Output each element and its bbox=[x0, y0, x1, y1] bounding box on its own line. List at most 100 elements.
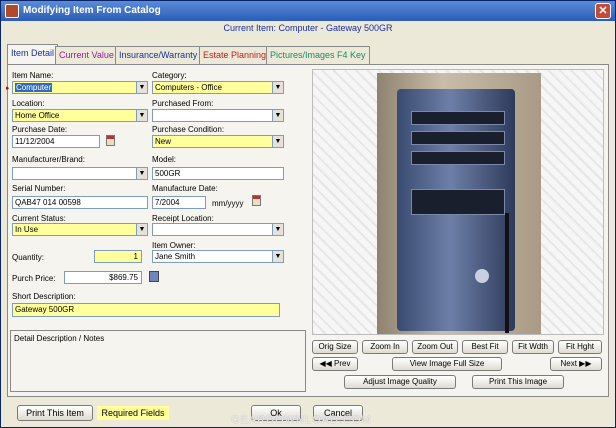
tab-label: Item Detail bbox=[11, 48, 55, 58]
tab-insurance-warranty[interactable]: Insurance/Warranty bbox=[115, 46, 202, 64]
purchase-date-value: 11/12/2004 bbox=[15, 137, 55, 146]
current-status-combo[interactable]: In Use ▼ bbox=[12, 223, 148, 236]
quantity-input[interactable]: 1 bbox=[94, 250, 142, 263]
print-item-button[interactable]: Print This Item bbox=[17, 405, 93, 421]
chevron-down-icon[interactable]: ▼ bbox=[136, 110, 147, 121]
photo-computer-tower bbox=[397, 89, 515, 331]
photo-card-reader bbox=[411, 189, 505, 215]
tab-label: Estate Planning bbox=[203, 50, 267, 60]
image-viewer[interactable] bbox=[312, 69, 604, 335]
best-fit-button[interactable]: Best Fit bbox=[462, 340, 508, 354]
app-icon bbox=[5, 4, 19, 18]
zoom-out-button[interactable]: Zoom Out bbox=[412, 340, 458, 354]
manufacture-date-format-hint: mm/yyyy bbox=[212, 199, 244, 208]
close-icon[interactable]: ✕ bbox=[595, 3, 611, 19]
short-description-label: Short Description: bbox=[12, 292, 76, 301]
current-status-label: Current Status: bbox=[12, 214, 66, 223]
chevron-down-icon[interactable]: ▼ bbox=[272, 251, 283, 262]
item-photo bbox=[377, 73, 541, 334]
tab-estate-planning[interactable]: Estate Planning bbox=[199, 46, 271, 64]
title-bar[interactable]: Modifying Item From Catalog ✕ bbox=[1, 1, 615, 21]
manufacturer-label: Manufacturer/Brand: bbox=[12, 155, 85, 164]
photo-cable bbox=[505, 213, 509, 333]
calendar-icon[interactable] bbox=[252, 195, 261, 206]
window-title: Modifying Item From Catalog bbox=[23, 5, 161, 16]
serial-number-value: QAB47 014 00598 bbox=[15, 198, 81, 207]
calendar-icon[interactable] bbox=[106, 135, 115, 146]
purchase-price-label: Purch Price: bbox=[12, 274, 56, 283]
purchased-from-label: Purchased From: bbox=[152, 99, 214, 108]
purchase-condition-label: Purchase Condition: bbox=[152, 125, 225, 134]
orig-size-button[interactable]: Orig Size bbox=[312, 340, 358, 354]
chevron-down-icon[interactable]: ▼ bbox=[136, 168, 147, 179]
serial-number-label: Serial Number: bbox=[12, 184, 66, 193]
prev-image-button[interactable]: ◀◀ Prev bbox=[312, 357, 358, 371]
photo-brand-logo bbox=[475, 269, 489, 283]
view-full-size-button[interactable]: View Image Full Size bbox=[392, 357, 502, 371]
manufacturer-combo[interactable]: ▼ bbox=[12, 167, 148, 180]
chevron-down-icon[interactable]: ▼ bbox=[272, 136, 283, 147]
purchase-price-input[interactable]: $869.75 bbox=[64, 271, 142, 284]
quantity-value: 1 bbox=[133, 252, 138, 261]
chevron-down-icon[interactable]: ▼ bbox=[272, 110, 283, 121]
purchase-date-input[interactable]: 11/12/2004 bbox=[12, 135, 100, 148]
photo-drive-bay bbox=[411, 111, 505, 125]
tab-current-value[interactable]: Current Value bbox=[55, 46, 118, 64]
tab-pictures-images[interactable]: Pictures/Images F4 Key bbox=[266, 46, 370, 64]
next-image-button[interactable]: Next ▶▶ bbox=[550, 357, 602, 371]
item-name-value: Computer bbox=[15, 83, 53, 92]
item-detail-panel: Item Name: ▸ Computer ▼ Category: Comput… bbox=[6, 64, 609, 397]
item-name-combo[interactable]: Computer ▼ bbox=[12, 81, 148, 94]
chevron-down-icon[interactable]: ▼ bbox=[272, 82, 283, 93]
tab-label: Current Value bbox=[59, 50, 114, 60]
manufacture-date-value: 7/2004 bbox=[155, 198, 180, 207]
short-description-value: Gateway 500GR bbox=[15, 305, 75, 314]
purchase-condition-value: New bbox=[155, 137, 172, 146]
fit-width-button[interactable]: Fit Wdth bbox=[512, 340, 554, 354]
short-description-input[interactable]: Gateway 500GR bbox=[12, 303, 280, 317]
item-owner-combo[interactable]: Jane Smith ▼ bbox=[152, 250, 284, 263]
photo-drive-bay bbox=[411, 151, 505, 165]
chevron-down-icon[interactable]: ▼ bbox=[136, 224, 147, 235]
photo-drive-bay bbox=[411, 131, 505, 145]
purchase-price-value: $869.75 bbox=[109, 273, 138, 282]
detail-notes-label: Detail Description / Notes bbox=[14, 334, 105, 343]
manufacture-date-input[interactable]: 7/2004 bbox=[152, 196, 206, 209]
current-item-label: Current Item: Computer - Gateway 500GR bbox=[223, 23, 393, 33]
zoom-in-button[interactable]: Zoom In bbox=[362, 340, 408, 354]
location-value: Home Office bbox=[15, 111, 60, 120]
model-input[interactable]: 500GR bbox=[152, 167, 284, 180]
fit-height-button[interactable]: Fit Hght bbox=[558, 340, 602, 354]
category-combo[interactable]: Computers - Office ▼ bbox=[152, 81, 284, 94]
calculator-icon[interactable] bbox=[149, 271, 159, 282]
category-value: Computers - Office bbox=[155, 83, 222, 92]
location-combo[interactable]: Home Office ▼ bbox=[12, 109, 148, 122]
tab-item-detail[interactable]: Item Detail bbox=[7, 44, 59, 64]
serial-number-input[interactable]: QAB47 014 00598 bbox=[12, 196, 148, 209]
watermark-text: GEARDOWNLOAD.COM bbox=[231, 414, 372, 426]
receipt-location-label: Receipt Location: bbox=[152, 214, 214, 223]
item-owner-value: Jane Smith bbox=[155, 252, 196, 261]
chevron-down-icon[interactable]: ▼ bbox=[272, 224, 283, 235]
purchase-condition-combo[interactable]: New ▼ bbox=[152, 135, 284, 148]
receipt-location-combo[interactable]: ▼ bbox=[152, 223, 284, 236]
quantity-label: Quantity: bbox=[12, 253, 45, 262]
purchase-date-label: Purchase Date: bbox=[12, 125, 68, 134]
catalog-window: Modifying Item From Catalog ✕ Current It… bbox=[0, 0, 616, 428]
item-owner-label: Item Owner: bbox=[152, 241, 196, 250]
print-image-button[interactable]: Print This Image bbox=[472, 375, 564, 389]
required-fields-legend: Required Fields bbox=[97, 406, 169, 420]
model-value: 500GR bbox=[155, 169, 181, 178]
detail-notes-area[interactable]: Detail Description / Notes bbox=[10, 330, 306, 392]
location-label: Location: bbox=[12, 99, 45, 108]
chevron-down-icon[interactable]: ▼ bbox=[136, 82, 147, 93]
purchased-from-combo[interactable]: ▼ bbox=[152, 109, 284, 122]
tab-label: Pictures/Images F4 Key bbox=[270, 50, 366, 60]
tab-label: Insurance/Warranty bbox=[119, 50, 198, 60]
model-label: Model: bbox=[152, 155, 177, 164]
adjust-image-quality-button[interactable]: Adjust Image Quality bbox=[344, 375, 456, 389]
item-name-label: Item Name: bbox=[12, 71, 54, 80]
current-status-value: In Use bbox=[15, 225, 39, 234]
manufacture-date-label: Manufacture Date: bbox=[152, 184, 218, 193]
current-field-marker: ▸ bbox=[6, 85, 10, 92]
